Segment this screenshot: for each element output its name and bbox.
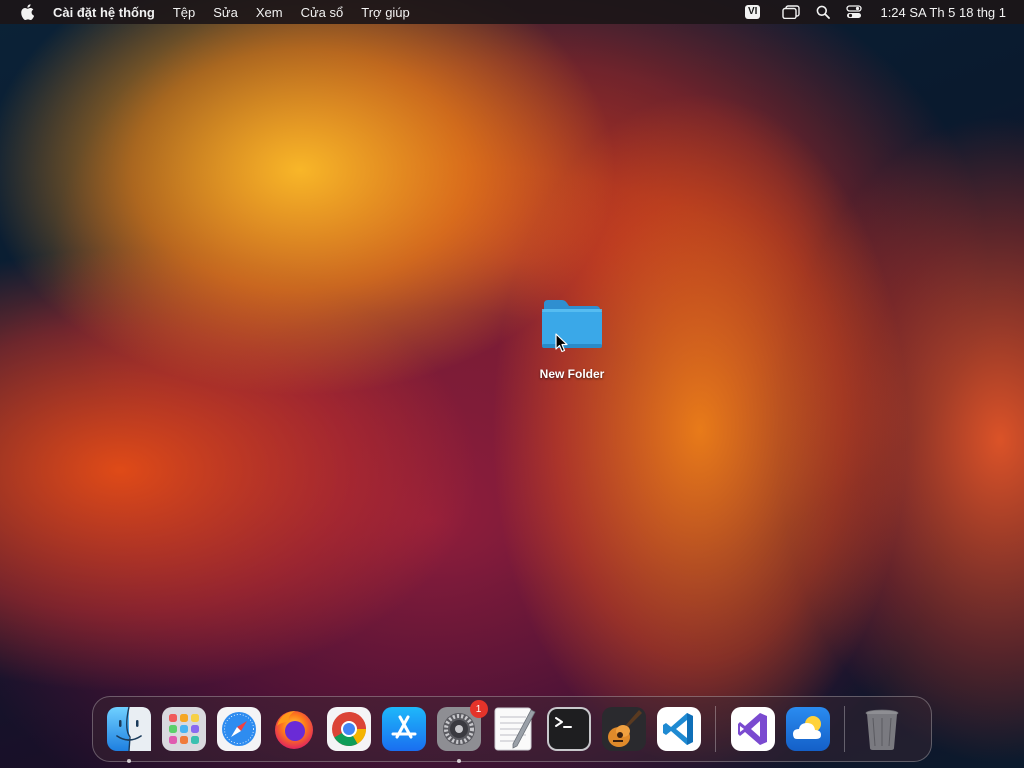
dock-launchpad[interactable] <box>161 706 207 752</box>
terminal-icon <box>546 707 591 751</box>
desktop-folder[interactable]: New Folder <box>512 296 632 382</box>
dock-chrome[interactable] <box>326 706 372 752</box>
menu-window[interactable]: Cửa sổ <box>292 5 353 20</box>
safari-icon <box>216 707 261 751</box>
trash-icon <box>865 709 898 750</box>
menu-bar-status-area: VI 1:24 SA Th 5 18 thg 1 <box>745 0 1024 24</box>
control-center-icon[interactable] <box>846 0 863 24</box>
dock-app-store[interactable] <box>381 706 427 752</box>
apple-menu-icon[interactable] <box>19 4 35 20</box>
notification-badge: 1 <box>469 700 488 718</box>
mouse-pointer-icon <box>555 333 568 353</box>
dock-safari[interactable] <box>216 706 262 752</box>
menu-file[interactable]: Tệp <box>164 5 204 20</box>
dock-terminal[interactable] <box>546 706 592 752</box>
folder-icon[interactable] <box>540 296 604 352</box>
running-indicator <box>456 759 461 763</box>
dock-system-settings[interactable]: 1 <box>436 700 488 763</box>
finder-icon <box>106 706 151 752</box>
dock-separator <box>715 706 716 752</box>
dock-visual-studio[interactable] <box>730 706 776 752</box>
dock-garageband[interactable] <box>601 706 647 752</box>
menu-view[interactable]: Xem <box>247 5 292 20</box>
chrome-icon <box>326 707 371 751</box>
launchpad-icon <box>161 707 206 751</box>
visual-studio-icon <box>730 707 775 751</box>
menu-help[interactable]: Trợ giúp <box>352 5 419 20</box>
folder-label[interactable]: New Folder <box>512 366 632 382</box>
menu-bar-clock[interactable]: 1:24 SA Th 5 18 thg 1 <box>880 5 1006 20</box>
weather-icon <box>785 707 830 751</box>
textedit-icon <box>494 707 536 751</box>
spotlight-search-icon[interactable] <box>816 0 831 24</box>
dock-finder[interactable] <box>106 706 152 763</box>
input-source-indicator[interactable]: VI <box>745 5 761 19</box>
running-indicator <box>126 759 131 763</box>
dock-weather[interactable] <box>785 706 831 752</box>
firefox-icon <box>274 711 313 749</box>
dock-trash[interactable] <box>859 706 905 752</box>
vscode-icon <box>656 707 701 751</box>
dock-firefox[interactable] <box>271 706 317 752</box>
menu-app-name[interactable]: Cài đặt hệ thống <box>51 5 164 20</box>
dock: 1 <box>92 696 932 763</box>
dock-textedit[interactable] <box>491 706 537 752</box>
dock-vscode[interactable] <box>656 706 702 752</box>
menu-bar: Cài đặt hệ thống Tệp Sửa Xem Cửa sổ Trợ … <box>0 0 1024 24</box>
garageband-icon <box>601 707 646 751</box>
stage-manager-icon[interactable] <box>782 0 801 24</box>
desktop-wallpaper <box>0 0 1024 768</box>
app-store-icon <box>381 707 426 751</box>
dock-separator <box>844 706 845 752</box>
menu-edit[interactable]: Sửa <box>204 5 247 20</box>
